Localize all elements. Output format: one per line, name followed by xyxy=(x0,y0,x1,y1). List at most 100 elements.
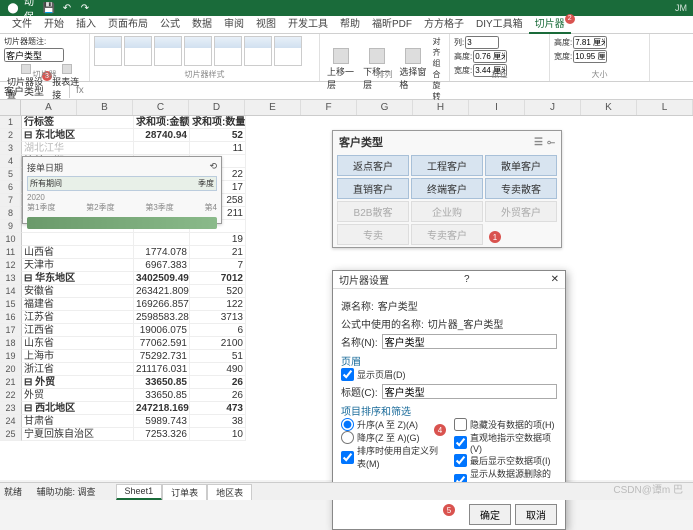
row-header[interactable]: 6 xyxy=(0,181,22,194)
tab-切片器[interactable]: 切片器2 xyxy=(529,16,571,34)
cell[interactable]: 7253.326 xyxy=(134,428,190,441)
cell[interactable]: 263421.809 xyxy=(134,285,190,298)
cell[interactable]: 行标签 xyxy=(22,116,134,129)
row-header[interactable]: 15 xyxy=(0,298,22,311)
slicer-item[interactable]: B2B散客 xyxy=(337,201,409,222)
col-header-F[interactable]: F xyxy=(301,100,357,115)
slicer-item[interactable]: 外贸客户 xyxy=(485,201,557,222)
tab-开发工具[interactable]: 开发工具 xyxy=(282,16,334,34)
row-header[interactable]: 19 xyxy=(0,350,22,363)
col-header-B[interactable]: B xyxy=(77,100,133,115)
cell[interactable]: 2598583.283 xyxy=(134,311,190,324)
col-header-L[interactable]: L xyxy=(637,100,693,115)
slicer-item[interactable]: 直销客户 xyxy=(337,178,409,199)
row-header[interactable]: 9 xyxy=(0,220,22,233)
undo-icon[interactable]: ↶ xyxy=(60,1,74,15)
cell[interactable]: 3402509.496 xyxy=(134,272,190,285)
cell[interactable]: 247218.169 xyxy=(134,402,190,415)
col-header-H[interactable]: H xyxy=(413,100,469,115)
cell[interactable]: ⊟ 华东地区 xyxy=(22,272,134,285)
row-header[interactable]: 5 xyxy=(0,168,22,181)
sheet-tab[interactable]: 地区表 xyxy=(207,484,252,500)
row-header[interactable]: 1 xyxy=(0,116,22,129)
tab-方方格子[interactable]: 方方格子 xyxy=(418,16,470,34)
cell[interactable]: 26 xyxy=(190,389,246,402)
slicer-item[interactable]: 工程客户 xyxy=(411,155,483,176)
cell[interactable]: ⊟ 东北地区 xyxy=(22,129,134,142)
tab-福昕PDF[interactable]: 福昕PDF xyxy=(366,16,418,34)
cell[interactable]: 19006.075 xyxy=(134,324,190,337)
cell[interactable]: 21 xyxy=(190,246,246,259)
cell[interactable]: 52 xyxy=(190,129,246,142)
timeline-bar[interactable] xyxy=(27,217,217,229)
row-header[interactable]: 22 xyxy=(0,389,22,402)
cell[interactable]: 10 xyxy=(190,428,246,441)
tab-文件[interactable]: 文件 xyxy=(6,16,38,34)
row-header[interactable]: 14 xyxy=(0,285,22,298)
tab-插入[interactable]: 插入 xyxy=(70,16,102,34)
slicer-item[interactable]: 终端客户 xyxy=(411,178,483,199)
cell[interactable]: 33650.85 xyxy=(134,389,190,402)
empty-last-checkbox[interactable] xyxy=(454,454,467,467)
cell[interactable]: 天津市 xyxy=(22,259,134,272)
row-header[interactable]: 13 xyxy=(0,272,22,285)
slicer-item[interactable]: 返点客户 xyxy=(337,155,409,176)
col-header-I[interactable]: I xyxy=(469,100,525,115)
timeline-slicer[interactable]: 接单日期⟲ 所有期间季度 2020 第1季度第2季度第3季度第4 xyxy=(22,156,222,224)
hide-empty-checkbox[interactable] xyxy=(454,418,467,431)
cell[interactable]: 求和项:数量 xyxy=(190,116,246,129)
cell[interactable]: 5989.743 xyxy=(134,415,190,428)
cell[interactable]: 11 xyxy=(190,142,246,155)
row-header[interactable]: 7 xyxy=(0,194,22,207)
row-header[interactable]: 12 xyxy=(0,259,22,272)
col-header-C[interactable]: C xyxy=(133,100,189,115)
row-header[interactable]: 2 xyxy=(0,129,22,142)
row-header[interactable]: 21 xyxy=(0,376,22,389)
cell[interactable]: 外贸 xyxy=(22,389,134,402)
timeline-unit[interactable]: 季度 xyxy=(198,178,214,189)
cell[interactable]: 211176.031 xyxy=(134,363,190,376)
slicer-item[interactable]: 企业购 xyxy=(411,201,483,222)
cell[interactable]: 甘肃省 xyxy=(22,415,134,428)
visual-empty-checkbox[interactable] xyxy=(454,436,467,449)
cell[interactable]: 33650.85 xyxy=(134,376,190,389)
cell[interactable] xyxy=(134,142,190,155)
tab-页面布局[interactable]: 页面布局 xyxy=(102,16,154,34)
align-button[interactable]: 对齐 xyxy=(432,36,445,58)
show-header-checkbox[interactable] xyxy=(341,368,354,381)
cell[interactable]: 75292.731 xyxy=(134,350,190,363)
slicer-caption-input[interactable] xyxy=(4,48,64,62)
btn-height-input[interactable] xyxy=(473,50,507,63)
cell[interactable]: 1774.078 xyxy=(134,246,190,259)
cell[interactable]: 上海市 xyxy=(22,350,134,363)
row-header[interactable]: 23 xyxy=(0,402,22,415)
size-width-input[interactable] xyxy=(573,50,607,63)
slicer-name-input[interactable] xyxy=(382,334,557,349)
col-header-E[interactable]: E xyxy=(245,100,301,115)
cell[interactable]: 19 xyxy=(190,233,246,246)
cell[interactable]: 宁夏回族自治区 xyxy=(22,428,134,441)
cell[interactable]: 2100 xyxy=(190,337,246,350)
cell[interactable] xyxy=(22,233,134,246)
tab-数据[interactable]: 数据 xyxy=(186,16,218,34)
col-header-D[interactable]: D xyxy=(189,100,245,115)
cell[interactable]: 山东省 xyxy=(22,337,134,350)
cell[interactable]: 江西省 xyxy=(22,324,134,337)
save-icon[interactable]: 💾 xyxy=(42,1,56,15)
customer-type-slicer[interactable]: 客户类型 ☰ ⟜ 返点客户工程客户散单客户直销客户终端客户专卖散客B2B散客企业… xyxy=(332,130,562,248)
row-header[interactable]: 20 xyxy=(0,363,22,376)
slicer-item[interactable]: 专卖散客 xyxy=(485,178,557,199)
cell[interactable]: 7012 xyxy=(190,272,246,285)
cell[interactable]: 122 xyxy=(190,298,246,311)
cell[interactable]: 473 xyxy=(190,402,246,415)
tab-审阅[interactable]: 审阅 xyxy=(218,16,250,34)
cell[interactable]: 38 xyxy=(190,415,246,428)
cell[interactable]: 77062.591 xyxy=(134,337,190,350)
col-header-A[interactable]: A xyxy=(21,100,77,115)
custom-sort-checkbox[interactable] xyxy=(341,451,354,464)
cell[interactable]: 520 xyxy=(190,285,246,298)
col-header-J[interactable]: J xyxy=(525,100,581,115)
select-all-corner[interactable] xyxy=(0,100,21,115)
row-header[interactable]: 10 xyxy=(0,233,22,246)
sort-asc-radio[interactable] xyxy=(341,418,354,431)
